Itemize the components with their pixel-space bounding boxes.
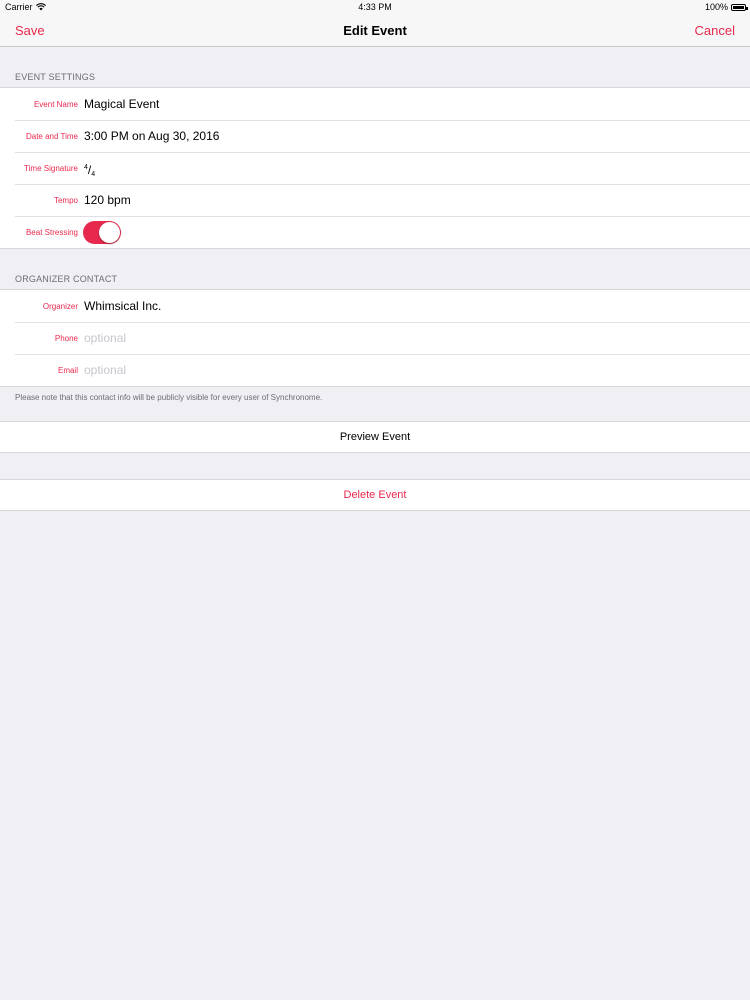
email-label: Email: [57, 366, 78, 375]
date-time-row[interactable]: Date and Time 3:00 PM on Aug 30, 2016: [0, 120, 750, 152]
battery-icon: [731, 3, 748, 11]
tempo-row[interactable]: Tempo 120 bpm: [0, 184, 750, 216]
phone-field[interactable]: optional: [84, 322, 126, 354]
section-header-organizer-contact: ORGANIZER CONTACT: [15, 274, 118, 284]
tempo-field[interactable]: 120 bpm: [84, 184, 131, 216]
page-title: Edit Event: [343, 23, 407, 38]
battery-percent: 100%: [704, 2, 728, 12]
battery-indicator: 100%: [704, 2, 748, 12]
event-name-row[interactable]: Event Name Magical Event: [0, 88, 750, 120]
time-signature-label: Time Signature: [24, 164, 78, 173]
organizer-row[interactable]: Organizer Whimsical Inc.: [0, 290, 750, 322]
status-time: 4:33 PM: [358, 2, 392, 12]
beat-stressing-label: Beat Stressing: [25, 228, 78, 237]
organizer-field[interactable]: Whimsical Inc.: [84, 290, 161, 322]
time-signature-denominator: 4: [91, 171, 96, 178]
organizer-contact-group: Organizer Whimsical Inc. Phone optional …: [0, 289, 750, 387]
event-name-field[interactable]: Magical Event: [84, 88, 159, 120]
organizer-label: Organizer: [42, 302, 78, 311]
preview-event-button[interactable]: Preview Event: [0, 421, 750, 453]
date-time-label: Date and Time: [25, 132, 78, 141]
tempo-label: Tempo: [53, 196, 78, 205]
time-signature-row[interactable]: Time Signature 4/4: [0, 152, 750, 184]
email-field[interactable]: optional: [84, 354, 126, 386]
event-settings-group: Event Name Magical Event Date and Time 3…: [0, 87, 750, 249]
time-signature-field[interactable]: 4/4: [84, 152, 95, 184]
email-row[interactable]: Email optional: [0, 354, 750, 386]
delete-event-button[interactable]: Delete Event: [0, 479, 750, 511]
status-bar: Carrier 4:33 PM 100%: [0, 0, 750, 14]
event-name-label: Event Name: [33, 100, 78, 109]
contact-visibility-note: Please note that this contact info will …: [15, 393, 323, 402]
phone-row[interactable]: Phone optional: [0, 322, 750, 354]
phone-label: Phone: [54, 334, 78, 343]
cancel-button[interactable]: Cancel: [695, 23, 735, 38]
navigation-bar: Save Edit Event Cancel: [0, 14, 750, 47]
beat-stressing-row: Beat Stressing: [0, 216, 750, 248]
date-time-field[interactable]: 3:00 PM on Aug 30, 2016: [84, 120, 219, 152]
beat-stressing-toggle[interactable]: [83, 221, 121, 244]
toggle-knob: [99, 222, 120, 243]
section-header-event-settings: EVENT SETTINGS: [15, 72, 96, 82]
